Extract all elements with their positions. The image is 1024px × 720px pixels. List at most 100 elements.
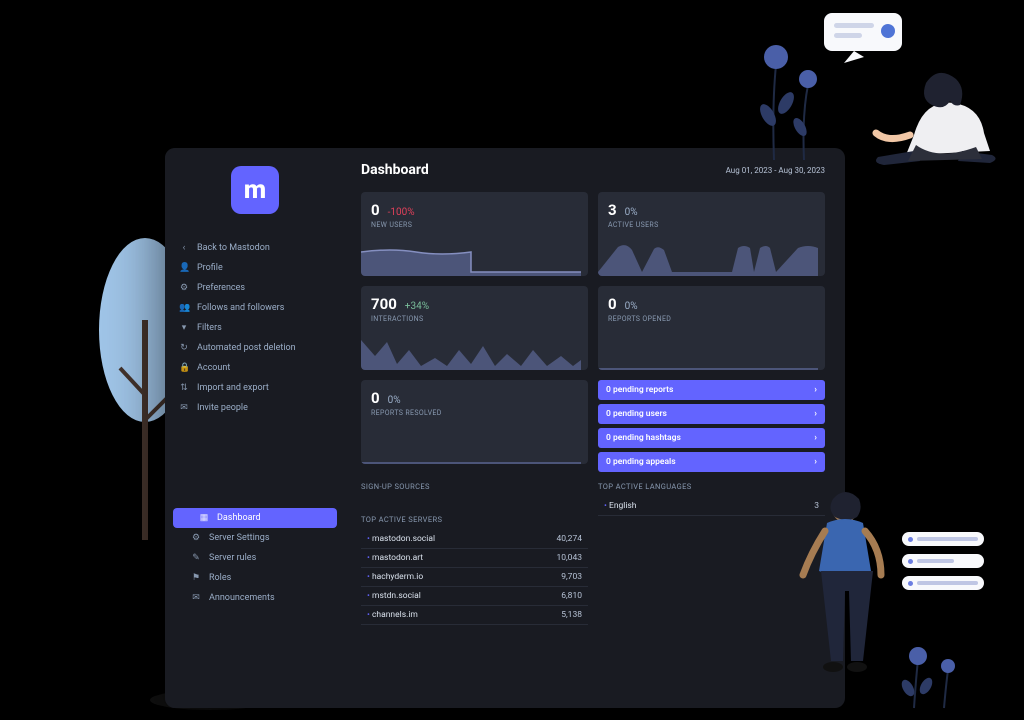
row-name: channels.im [367,610,418,620]
metric-delta: 0% [625,207,638,218]
nav-icon: ‹ [179,243,189,253]
sidebar-item-label: Follows and followers [197,303,284,313]
row-value: 5,138 [561,610,582,620]
sidebar-item-follows-and-followers[interactable]: 👥 Follows and followers [165,298,345,318]
metric-value: 700 [371,295,397,313]
nav-icon: ✉ [179,403,189,413]
nav-icon: 🔒 [179,363,189,373]
pending-label: 0 pending appeals [606,457,676,467]
nav-icon: ✎ [191,553,201,563]
sidebar-item-server-settings[interactable]: ⚙ Server Settings [165,528,345,548]
sidebar-item-label: Dashboard [217,513,261,523]
metric-label: REPORTS OPENED [608,315,815,323]
section-signup-sources: SIGN-UP SOURCES [361,482,588,491]
sidebar-item-profile[interactable]: 👤 Profile [165,258,345,278]
chevron-right-icon: › [814,433,817,443]
sidebar-item-label: Filters [197,323,222,333]
row-value: 10,043 [556,553,582,563]
metric-value: 3 [608,201,617,219]
metric-delta: +34% [405,301,429,312]
sidebar-item-label: Preferences [197,283,245,293]
date-range[interactable]: Aug 01, 2023 - Aug 30, 2023 [726,166,825,175]
sidebar-item-label: Announcements [209,593,275,603]
card-active-users[interactable]: 3 0% ACTIVE USERS [598,192,825,276]
sidebar-item-label: Roles [209,573,231,583]
top-languages-table: English3 [598,497,825,516]
row-name: mstdn.social [367,591,421,601]
card-new-users[interactable]: 0 -100% NEW USERS [361,192,588,276]
row-name: English [604,501,637,511]
sidebar-item-label: Server Settings [209,533,269,543]
nav-icon: ↻ [179,343,189,353]
row-name: mastodon.art [367,553,423,563]
metric-label: ACTIVE USERS [608,221,815,229]
sidebar-item-label: Import and export [197,383,269,393]
row-value: 40,274 [556,534,582,544]
metric-value: 0 [371,389,380,407]
nav-icon: ⚙ [191,533,201,543]
sidebar-item-dashboard[interactable]: ▦ Dashboard [173,508,337,528]
sidebar-item-filters[interactable]: ▾ Filters [165,318,345,338]
section-top-servers: TOP ACTIVE SERVERS [361,515,588,524]
top-servers-table: mastodon.social 40,274 mastodon.art 10,043 h… [361,530,588,625]
nav-icon: ⚑ [191,573,201,583]
chevron-right-icon: › [814,385,817,395]
mastodon-logo: m [231,166,279,214]
table-row[interactable]: hachyderm.io 9,703 [361,568,588,587]
sidebar-item-import-and-export[interactable]: ⇅ Import and export [165,378,345,398]
pending-item[interactable]: 0 pending reports › [598,380,825,400]
page-title: Dashboard [361,162,429,178]
sidebar-item-invite-people[interactable]: ✉ Invite people [165,398,345,418]
sidebar-item-label: Profile [197,263,223,273]
sidebar-item-announcements[interactable]: ✉ Announcements [165,588,345,608]
card-reports-resolved[interactable]: 0 0% REPORTS RESOLVED [361,380,588,464]
pending-label: 0 pending users [606,409,667,419]
row-name: mastodon.social [367,534,435,544]
nav-icon: ▾ [179,323,189,333]
table-row[interactable]: mstdn.social6,810 [361,587,588,606]
table-row[interactable]: mastodon.social 40,274 [361,530,588,549]
sidebar-item-label: Automated post deletion [197,343,296,353]
sidebar-item-server-rules[interactable]: ✎ Server rules [165,548,345,568]
sidebar-item-account[interactable]: 🔒 Account [165,358,345,378]
sidebar-item-label: Invite people [197,403,248,413]
nav-icon: ⇅ [179,383,189,393]
nav-icon: ⚙ [179,283,189,293]
nav-icon: 👥 [179,303,189,313]
metric-value: 0 [608,295,617,313]
metric-delta: -100% [388,207,415,218]
card-interactions[interactable]: 700 +34% INTERACTIONS [361,286,588,370]
sidebar-item-roles[interactable]: ⚑ Roles [165,568,345,588]
table-row[interactable]: English3 [598,497,825,516]
nav-icon: 👤 [179,263,189,273]
nav-icon: ✉ [191,593,201,603]
metric-delta: 0% [388,395,401,406]
nav-icon: ▦ [199,513,209,523]
row-name: hachyderm.io [367,572,423,582]
sidebar-item-automated-post-deletion[interactable]: ↻ Automated post deletion [165,338,345,358]
table-row[interactable]: mastodon.art 10,043 [361,549,588,568]
pending-item[interactable]: 0 pending hashtags › [598,428,825,448]
table-row[interactable]: channels.im 5,138 [361,606,588,625]
card-reports-opened[interactable]: 0 0% REPORTS OPENED [598,286,825,370]
sidebar-item-label: Server rules [209,553,256,563]
metric-label: REPORTS RESOLVED [371,409,578,417]
sidebar-item-back-to-mastodon[interactable]: ‹ Back to Mastodon [165,238,345,258]
decorative-chips [902,532,984,598]
sidebar-item-preferences[interactable]: ⚙ Preferences [165,278,345,298]
pending-label: 0 pending hashtags [606,433,681,443]
metric-value: 0 [371,201,380,219]
section-top-languages: TOP ACTIVE LANGUAGES [598,482,825,491]
sidebar-item-label: Back to Mastodon [197,243,270,253]
row-value: 9,703 [561,572,582,582]
pending-list: 0 pending reports›0 pending users›0 pend… [598,380,825,472]
chevron-right-icon: › [814,409,817,419]
pending-item[interactable]: 0 pending users › [598,404,825,424]
sidebar-item-label: Account [197,363,230,373]
pending-item[interactable]: 0 pending appeals › [598,452,825,472]
logo-glyph: m [244,177,266,203]
chevron-right-icon: › [814,457,817,467]
pending-label: 0 pending reports [606,385,673,395]
sidebar: m ‹ Back to Mastodon 👤 Profile ⚙ Preferences 👥… [165,148,345,708]
metric-delta: 0% [625,301,638,312]
